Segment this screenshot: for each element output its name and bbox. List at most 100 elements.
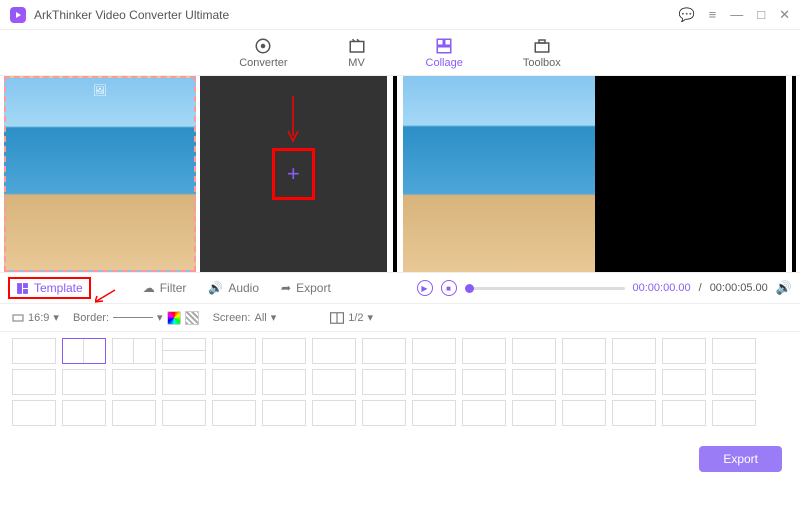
pane-divider[interactable] (393, 76, 397, 272)
nav-converter-label: Converter (239, 57, 287, 69)
tab-audio[interactable]: 🔊 Audio (208, 281, 259, 295)
template-icon (16, 282, 29, 295)
tab-template[interactable]: Template (8, 277, 91, 299)
template-item[interactable] (262, 400, 306, 426)
filter-icon: ☁ (143, 281, 155, 295)
template-item[interactable] (162, 400, 206, 426)
template-item[interactable] (62, 369, 106, 395)
template-item[interactable] (712, 369, 756, 395)
template-item[interactable] (112, 400, 156, 426)
template-item[interactable] (362, 400, 406, 426)
template-item[interactable] (662, 338, 706, 364)
template-item[interactable] (412, 338, 456, 364)
export-button[interactable]: Export (699, 446, 782, 472)
nav-collage-label: Collage (426, 57, 463, 69)
split-value: 1/2 (348, 312, 363, 324)
menu-icon[interactable]: ≡ (709, 7, 717, 23)
collage-edit-area: 🖼 + (4, 76, 387, 272)
collage-slot-1[interactable]: 🖼 (4, 76, 196, 272)
edit-media-icon[interactable]: 🖼 (93, 84, 107, 97)
nav-toolbox[interactable]: Toolbox (523, 37, 561, 69)
template-item[interactable] (512, 369, 556, 395)
aspect-dropdown[interactable]: 16:9 ▾ (12, 311, 59, 324)
tab-filter[interactable]: ☁ Filter (143, 281, 187, 295)
template-item[interactable] (162, 369, 206, 395)
template-item[interactable] (262, 338, 306, 364)
time-current: 00:00:00.00 (633, 282, 691, 294)
template-item[interactable] (112, 338, 156, 364)
template-item[interactable] (112, 369, 156, 395)
chevron-down-icon[interactable]: ▾ (157, 311, 163, 324)
feedback-icon[interactable]: 💬 (678, 7, 694, 23)
nav-converter[interactable]: Converter (239, 37, 287, 69)
template-item[interactable] (462, 400, 506, 426)
template-item[interactable] (712, 400, 756, 426)
template-item[interactable] (612, 369, 656, 395)
template-item[interactable] (562, 369, 606, 395)
template-item[interactable] (662, 369, 706, 395)
mv-icon (348, 37, 366, 55)
template-item[interactable] (462, 369, 506, 395)
template-item[interactable] (712, 338, 756, 364)
template-item[interactable] (362, 338, 406, 364)
app-logo (10, 7, 26, 23)
template-item[interactable] (512, 400, 556, 426)
template-item[interactable] (12, 400, 56, 426)
plus-icon: + (287, 161, 300, 186)
maximize-icon[interactable]: □ (757, 7, 765, 23)
tab-template-label: Template (34, 281, 83, 295)
aspect-value: 16:9 (28, 312, 49, 324)
minimize-icon[interactable]: — (730, 7, 743, 23)
audio-icon: 🔊 (208, 281, 223, 295)
template-item[interactable] (12, 338, 56, 364)
template-item[interactable] (412, 400, 456, 426)
volume-icon[interactable]: 🔊 (776, 280, 792, 296)
template-item[interactable] (312, 338, 356, 364)
seek-slider[interactable] (465, 287, 625, 290)
split-dropdown[interactable]: 1/2 ▾ (330, 311, 373, 324)
template-toolbar: 16:9 ▾ Border: ▾ Screen: All ▾ 1/2 ▾ (0, 304, 800, 332)
tab-export[interactable]: ➦ Export (281, 281, 331, 295)
template-item[interactable] (312, 400, 356, 426)
stop-button[interactable]: ■ (441, 280, 457, 296)
template-item[interactable] (412, 369, 456, 395)
border-style-dropdown[interactable] (113, 317, 153, 318)
tab-export-label: Export (296, 281, 331, 295)
template-item[interactable] (312, 369, 356, 395)
pane-divider-right[interactable] (792, 76, 796, 272)
template-item[interactable] (462, 338, 506, 364)
template-item[interactable] (12, 369, 56, 395)
template-item[interactable] (212, 369, 256, 395)
template-item[interactable] (662, 400, 706, 426)
toolbox-icon (533, 37, 551, 55)
nav-mv[interactable]: MV (348, 37, 366, 69)
template-item[interactable] (562, 338, 606, 364)
collage-icon (435, 37, 453, 55)
template-item[interactable] (162, 338, 206, 364)
template-item[interactable] (262, 369, 306, 395)
nav-collage[interactable]: Collage (426, 37, 463, 69)
template-item[interactable] (212, 400, 256, 426)
template-item[interactable] (612, 338, 656, 364)
template-item[interactable] (62, 338, 106, 364)
playback-controls: ▶ ■ 00:00:00.00/00:00:05.00 🔊 (417, 280, 793, 296)
workspace: 🖼 + (0, 76, 800, 272)
close-icon[interactable]: ✕ (779, 7, 790, 23)
border-color-picker[interactable] (167, 311, 181, 325)
template-item[interactable] (612, 400, 656, 426)
chevron-down-icon: ▾ (368, 311, 374, 324)
border-pattern-picker[interactable] (185, 311, 199, 325)
collage-slot-2[interactable]: + (200, 76, 388, 272)
add-media-button[interactable]: + (272, 148, 315, 200)
window-controls: 💬 ≡ — □ ✕ (678, 7, 790, 23)
template-item[interactable] (62, 400, 106, 426)
play-button[interactable]: ▶ (417, 280, 433, 296)
screen-dropdown[interactable]: Screen: All ▾ (213, 311, 277, 324)
template-item[interactable] (562, 400, 606, 426)
template-item[interactable] (362, 369, 406, 395)
template-item[interactable] (512, 338, 556, 364)
border-control: Border: ▾ (73, 311, 199, 325)
template-item[interactable] (212, 338, 256, 364)
screen-label: Screen: (213, 312, 251, 324)
template-row (12, 369, 788, 395)
